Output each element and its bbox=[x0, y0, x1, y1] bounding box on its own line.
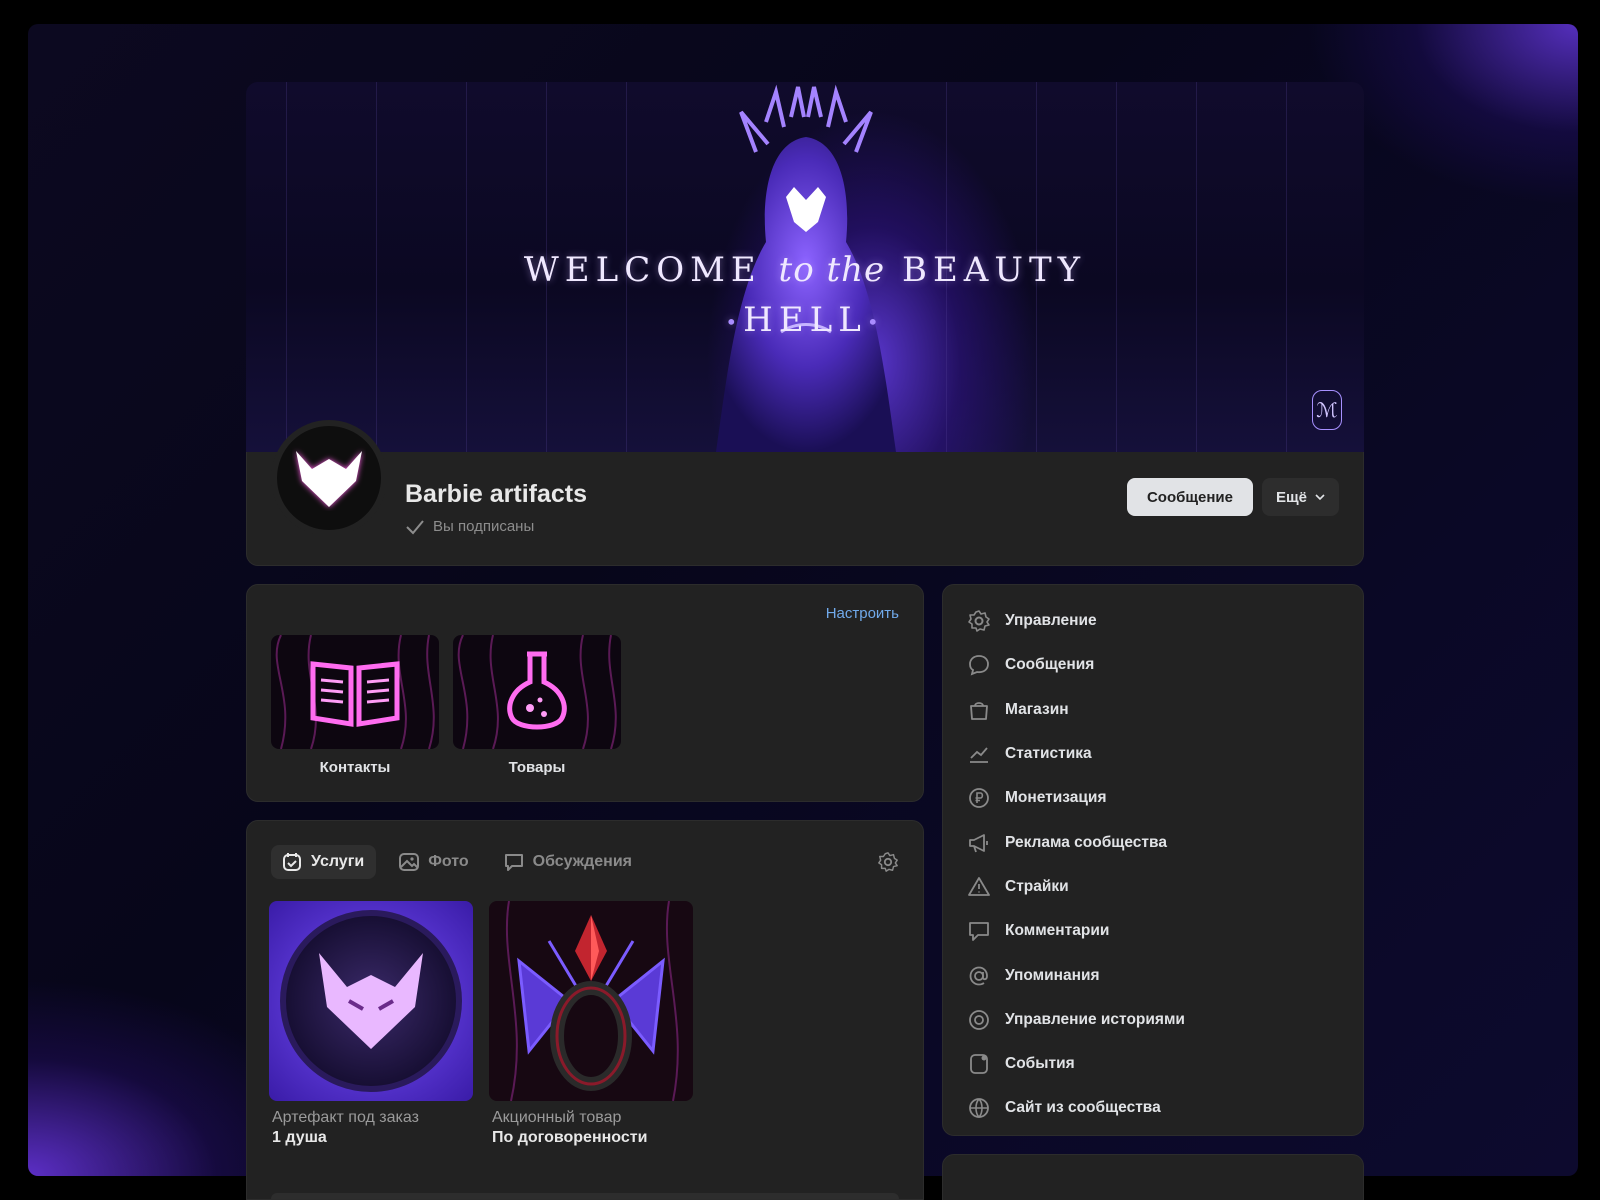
menu-item-messages[interactable]: Сообщения bbox=[943, 643, 1363, 687]
menu-item-label: Магазин bbox=[1005, 700, 1069, 718]
ruble-icon bbox=[969, 788, 989, 809]
cover-title: WELCOME to the BEAUTY bbox=[523, 250, 1087, 290]
tab-photos-label: Фото bbox=[428, 853, 469, 870]
megaphone-icon bbox=[969, 833, 988, 852]
message-icon bbox=[969, 655, 989, 676]
book-icon bbox=[310, 661, 400, 727]
message-button[interactable]: Сообщение bbox=[1126, 478, 1253, 516]
product-image-artifact bbox=[269, 901, 473, 1101]
app-tile-contacts[interactable]: Контакты bbox=[271, 635, 439, 776]
comment-icon bbox=[969, 922, 989, 942]
community-page: WELCOME to the BEAUTY •HELL• ℳ Barbie ar… bbox=[246, 82, 1364, 1200]
menu-item-label: Сайт из сообщества bbox=[1005, 1099, 1161, 1117]
more-button[interactable]: Ещё bbox=[1261, 478, 1339, 516]
app-tile-products[interactable]: Товары bbox=[453, 635, 621, 776]
at-icon bbox=[969, 966, 988, 985]
chat-icon bbox=[504, 854, 523, 871]
photo-icon bbox=[399, 853, 420, 871]
cover-image: WELCOME to the BEAUTY •HELL• ℳ bbox=[246, 82, 1364, 452]
chart-icon bbox=[970, 747, 988, 763]
subscription-status[interactable]: Вы подписаны bbox=[405, 518, 534, 535]
app-label-contacts: Контакты bbox=[319, 759, 391, 776]
menu-item-label: Сообщения bbox=[1005, 656, 1095, 674]
group-name: Barbie artifacts bbox=[405, 480, 588, 508]
more-button-label: Ещё bbox=[1275, 488, 1307, 506]
product-image-ring bbox=[489, 901, 693, 1101]
tab-services[interactable]: Услуги bbox=[271, 845, 377, 879]
product-title: Артефакт под заказ bbox=[272, 1109, 419, 1126]
product-card[interactable]: Артефакт под заказ 1 душа bbox=[269, 901, 473, 1147]
tab-discussions[interactable]: Обсуждения bbox=[493, 845, 644, 879]
calendar-check-icon bbox=[283, 853, 301, 871]
product-title: Акционный товар bbox=[492, 1109, 622, 1126]
apps-widget: Настроить Контакты Товары bbox=[246, 584, 924, 802]
next-widget bbox=[942, 1154, 1364, 1200]
shopping-bag-icon bbox=[970, 701, 988, 720]
brand-monogram-icon: ℳ bbox=[1312, 390, 1342, 430]
menu-item-management[interactable]: Управление bbox=[943, 599, 1363, 643]
gear-icon bbox=[968, 610, 990, 632]
menu-item-comments[interactable]: Комментарии bbox=[943, 909, 1363, 953]
contacts-app-image bbox=[271, 635, 439, 749]
menu-item-label: Реклама сообщества bbox=[1005, 833, 1167, 851]
demon-heart-logo-icon bbox=[296, 451, 362, 507]
menu-item-advertising[interactable]: Реклама сообщества bbox=[943, 820, 1363, 864]
menu-item-label: Управление историями bbox=[1005, 1010, 1185, 1028]
event-icon bbox=[970, 1054, 988, 1075]
menu-item-label: События bbox=[1005, 1055, 1075, 1073]
menu-item-label: Статистика bbox=[1005, 745, 1092, 763]
configure-link[interactable]: Настроить bbox=[826, 605, 899, 622]
menu-item-stories[interactable]: Управление историями bbox=[943, 998, 1363, 1042]
menu-item-strikes[interactable]: Страйки bbox=[943, 865, 1363, 909]
menu-item-website[interactable]: Сайт из сообщества bbox=[943, 1086, 1363, 1130]
menu-item-monetization[interactable]: Монетизация bbox=[943, 776, 1363, 820]
product-price: По договоренности bbox=[492, 1129, 648, 1146]
flask-icon bbox=[507, 651, 567, 730]
menu-item-statistics[interactable]: Статистика bbox=[943, 732, 1363, 776]
chevron-down-icon bbox=[1315, 494, 1325, 500]
menu-item-label: Управление bbox=[1005, 612, 1097, 630]
admin-menu: Управление Сообщения Магазин Статистика … bbox=[942, 584, 1364, 1136]
warning-icon bbox=[968, 877, 990, 896]
tab-photos[interactable]: Фото bbox=[388, 845, 480, 879]
tab-services-label: Услуги bbox=[311, 853, 365, 870]
product-card[interactable]: Акционный товар По договоренности bbox=[489, 901, 693, 1147]
menu-item-mentions[interactable]: Упоминания bbox=[943, 953, 1363, 997]
next-item-placeholder bbox=[271, 1193, 899, 1199]
menu-item-shop[interactable]: Магазин bbox=[943, 688, 1363, 732]
stories-icon bbox=[969, 1009, 989, 1030]
products-app-image bbox=[453, 635, 621, 749]
app-label-products: Товары bbox=[508, 759, 566, 776]
profile-header: Barbie artifacts Вы подписаны Сообщение … bbox=[246, 420, 1364, 566]
menu-item-label: Комментарии bbox=[1005, 922, 1110, 940]
content-widget: Услуги Фото Обсуждения Артефакт под зака… bbox=[246, 820, 924, 1200]
gear-icon[interactable] bbox=[877, 851, 899, 873]
globe-icon bbox=[969, 1098, 989, 1119]
menu-item-label: Упоминания bbox=[1005, 966, 1100, 984]
checkmark-icon bbox=[406, 519, 424, 534]
avatar[interactable] bbox=[271, 420, 387, 536]
subscription-status-label: Вы подписаны bbox=[433, 518, 535, 535]
product-price: 1 душа bbox=[272, 1129, 327, 1146]
content-tabs: Услуги Фото Обсуждения bbox=[271, 845, 644, 879]
cover-subtitle: •HELL• bbox=[725, 300, 885, 340]
tab-discussions-label: Обсуждения bbox=[532, 853, 632, 870]
menu-item-label: Страйки bbox=[1005, 877, 1069, 895]
menu-item-label: Монетизация bbox=[1005, 789, 1107, 807]
menu-item-events[interactable]: События bbox=[943, 1042, 1363, 1086]
